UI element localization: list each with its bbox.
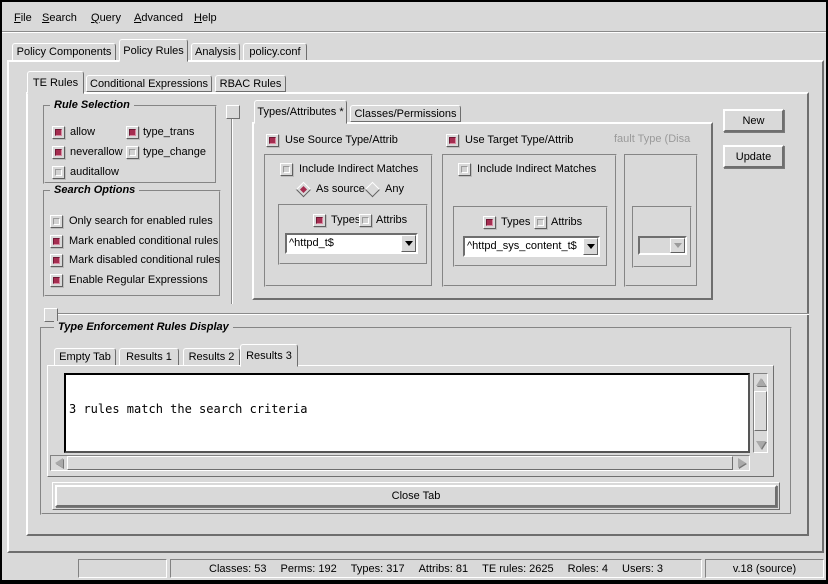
checkbox-use-source[interactable] [266,134,279,147]
vertical-sash-handle[interactable] [226,105,240,119]
checkbox-type-trans[interactable] [126,126,139,139]
checkbox-mark-disabled-label: Mark disabled conditional rules [69,254,220,267]
results-title: Type Enforcement Rules Display [54,321,233,333]
results-text-area[interactable]: 3 rules match the search criteria (5822)… [64,373,750,453]
tab-policy-conf[interactable]: policy.conf [243,43,307,61]
checkbox-target-indirect[interactable] [458,163,471,176]
target-type-combobox[interactable]: ^httpd_sys_content_t$ [463,236,600,257]
search-options-title: Search Options [50,184,139,196]
scroll-right-icon[interactable] [734,456,749,470]
checkbox-allow-label: allow [70,126,95,139]
checkbox-allow[interactable] [52,126,65,139]
target-indirect-label: Include Indirect Matches [477,163,596,176]
checkbox-only-enabled[interactable] [50,215,63,228]
checkbox-mark-disabled[interactable] [50,254,63,267]
menu-search[interactable]: Search [42,11,77,26]
tab-te-rules[interactable]: TE Rules [27,71,84,94]
horizontal-sash-handle[interactable] [44,308,58,322]
horizontal-sash-line[interactable] [58,313,809,315]
status-box-stats: Classes: 53 Perms: 192 Types: 317 Attrib… [170,559,702,578]
menu-query[interactable]: Query [91,11,121,26]
checkbox-target-types[interactable] [483,216,496,229]
tab-policy-components[interactable]: Policy Components [12,43,116,61]
checkbox-source-indirect[interactable] [280,163,293,176]
stat-types: Types: 317 [351,563,405,575]
checkbox-mark-enabled[interactable] [50,235,63,248]
source-type-combobox-value: ^httpd_t$ [287,235,401,252]
default-type-combobox [638,236,687,255]
stat-roles: Roles: 4 [568,563,608,575]
source-combobox-dropdown-icon[interactable] [401,235,416,252]
checkbox-regex[interactable] [50,274,63,287]
stat-perms: Perms: 192 [281,563,337,575]
radio-any-label: Any [385,183,404,196]
tab-rbac-rules[interactable]: RBAC Rules [215,75,286,92]
checkbox-neverallow-label: neverallow [70,146,123,159]
source-type-combobox[interactable]: ^httpd_t$ [285,233,418,254]
results-horizontal-scrollbar[interactable] [50,455,750,471]
results-summary-line: 3 rules match the search criteria [69,403,745,416]
scroll-down-icon[interactable] [754,437,767,452]
default-type-dropdown-icon [670,238,685,253]
menu-file[interactable]: File [14,11,32,26]
menu-help[interactable]: Help [194,11,217,26]
horizontal-scroll-thumb[interactable] [67,456,733,470]
stat-users: Users: 3 [622,563,663,575]
stat-attribs: Attribs: 81 [419,563,469,575]
tab-analysis[interactable]: Analysis [191,43,240,61]
checkbox-target-attribs[interactable] [534,216,547,229]
results-vertical-scrollbar[interactable] [753,373,768,453]
target-types-label: Types [501,216,530,229]
rule-selection-title: Rule Selection [50,99,134,111]
checkbox-source-types[interactable] [313,214,326,227]
checkbox-auditallow[interactable] [52,166,65,179]
use-source-label: Use Source Type/Attrib [285,134,398,147]
policy-version: v.18 (source) [733,563,796,575]
tab-policy-rules[interactable]: Policy Rules [119,39,188,62]
checkbox-regex-label: Enable Regular Expressions [69,274,208,287]
menu-advanced[interactable]: Advanced [134,11,183,26]
default-type-label: fault Type (Disa [614,133,698,146]
checkbox-use-target[interactable] [446,134,459,147]
checkbox-source-attribs[interactable] [359,214,372,227]
status-box-version: v.18 (source) [705,559,824,578]
scroll-up-icon[interactable] [754,374,767,389]
tab-results-2[interactable]: Results 2 [183,348,240,366]
checkbox-type-trans-label: type_trans [143,126,194,139]
target-attribs-label: Attribs [551,216,582,229]
tab-classes-permissions[interactable]: Classes/Permissions [350,105,461,122]
checkbox-auditallow-label: auditallow [70,166,119,179]
radio-as-source-label: As source [316,183,365,196]
status-box-empty [78,559,167,578]
stat-te-rules: TE rules: 2625 [482,563,554,575]
source-attribs-label: Attribs [376,214,407,227]
stat-classes: Classes: 53 [209,563,266,575]
source-types-label: Types [331,214,360,227]
checkbox-only-enabled-label: Only search for enabled rules [69,215,213,228]
checkbox-neverallow[interactable] [52,146,65,159]
checkbox-type-change[interactable] [126,146,139,159]
target-combobox-dropdown-icon[interactable] [583,238,598,255]
default-type-combobox-value [640,238,670,253]
scroll-left-icon[interactable] [51,456,66,470]
menubar: File Search Query Advanced Help [2,2,826,31]
tab-results-3[interactable]: Results 3 [240,344,298,367]
new-button[interactable]: New [723,109,784,132]
app-window: File Search Query Advanced Help Policy C… [0,0,828,584]
vertical-scroll-thumb[interactable] [754,391,767,431]
target-type-combobox-value: ^httpd_sys_content_t$ [465,238,583,255]
menubar-separator [2,31,826,33]
use-target-label: Use Target Type/Attrib [465,134,573,147]
update-button[interactable]: Update [723,145,784,168]
checkbox-type-change-label: type_change [143,146,206,159]
vertical-sash-line[interactable] [231,119,233,304]
tab-results-1[interactable]: Results 1 [119,348,179,366]
close-tab-button[interactable]: Close Tab [55,485,777,507]
checkbox-mark-enabled-label: Mark enabled conditional rules [69,235,218,248]
source-indirect-label: Include Indirect Matches [299,163,418,176]
tab-types-attributes[interactable]: Types/Attributes * [254,100,347,124]
tab-empty-tab[interactable]: Empty Tab [54,348,116,366]
tab-conditional-expressions[interactable]: Conditional Expressions [86,75,212,92]
